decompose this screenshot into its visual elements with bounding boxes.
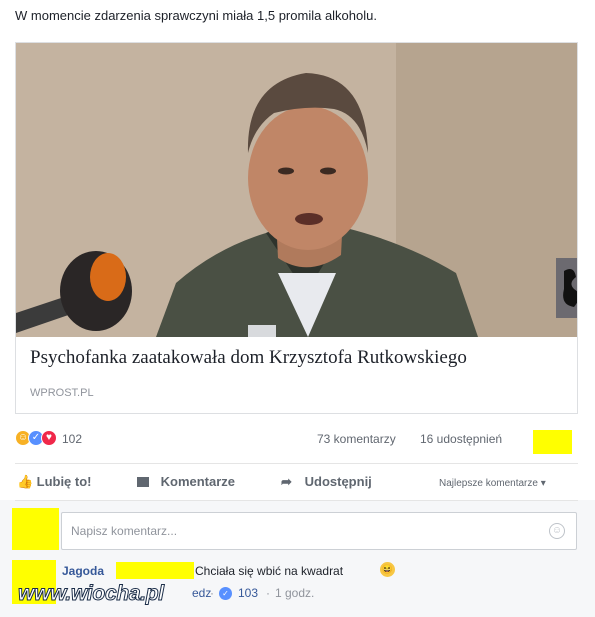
share-button[interactable]: ➦ Udostępnij xyxy=(281,474,372,490)
reply-link[interactable]: edz xyxy=(192,586,211,600)
author-surname-censored xyxy=(116,562,194,579)
watermark: www.wiocha.pl xyxy=(18,582,165,606)
censor-block xyxy=(533,430,572,454)
comment-input[interactable]: Napisz komentarz... ☺ xyxy=(61,512,577,550)
share-label: Udostępnij xyxy=(304,474,372,489)
comment-time[interactable]: 1 godz. xyxy=(275,586,314,600)
comments-count[interactable]: 73 komentarzy xyxy=(317,432,396,446)
emoji-icon[interactable]: ☺ xyxy=(549,523,565,539)
comment-label: Komentarze xyxy=(160,474,236,489)
comment-button[interactable]: Komentarze xyxy=(137,474,235,489)
avatar-censored xyxy=(12,508,59,550)
reactions-count[interactable]: 102 xyxy=(62,432,82,446)
sort-comments-dropdown[interactable]: Najlepsze komentarze ▾ xyxy=(439,478,546,489)
share-arrow-icon: ➦ xyxy=(281,474,292,489)
link-preview-card[interactable]: Psychofanka zaatakowała dom Krzysztofa R… xyxy=(15,42,578,414)
dot-separator: · xyxy=(266,586,270,600)
divider xyxy=(15,463,578,464)
link-preview-image[interactable] xyxy=(16,43,577,337)
link-caption[interactable]: Psychofanka zaatakowała dom Krzysztofa R… xyxy=(16,337,577,413)
comment-like-icon[interactable]: ✓ xyxy=(219,587,232,600)
love-reaction-icon[interactable]: ♥ xyxy=(41,430,57,446)
divider xyxy=(15,500,578,501)
shares-count[interactable]: 16 udostępnień xyxy=(420,432,502,446)
link-title[interactable]: Psychofanka zaatakowała dom Krzysztofa R… xyxy=(30,347,467,369)
caret-down-icon: ▾ xyxy=(540,478,546,489)
comment-author[interactable]: Jagoda xyxy=(62,564,104,578)
comment-likes-count[interactable]: 103 xyxy=(238,586,258,600)
like-label: Lubię to! xyxy=(36,474,92,489)
portrait-photo xyxy=(16,43,577,337)
thumbs-up-icon: 👍 xyxy=(17,474,34,489)
dot-separator: · xyxy=(210,586,214,600)
laughing-emoji-icon: 😆 xyxy=(380,562,395,577)
reactions-bar: ☺ ✓ ♥ 102 73 komentarzy 16 udostępnień xyxy=(15,428,578,454)
link-domain: WPROST.PL xyxy=(30,387,94,399)
like-button[interactable]: 👍 Lubię to! xyxy=(17,474,92,490)
post-text: W momencie zdarzenia sprawczyni miała 1,… xyxy=(15,8,377,23)
comment-placeholder: Napisz komentarz... xyxy=(71,524,178,538)
speech-bubble-icon xyxy=(137,477,149,487)
comment-text: Chciała się wbić na kwadrat xyxy=(195,564,344,578)
sort-label: Najlepsze komentarze xyxy=(439,478,538,489)
